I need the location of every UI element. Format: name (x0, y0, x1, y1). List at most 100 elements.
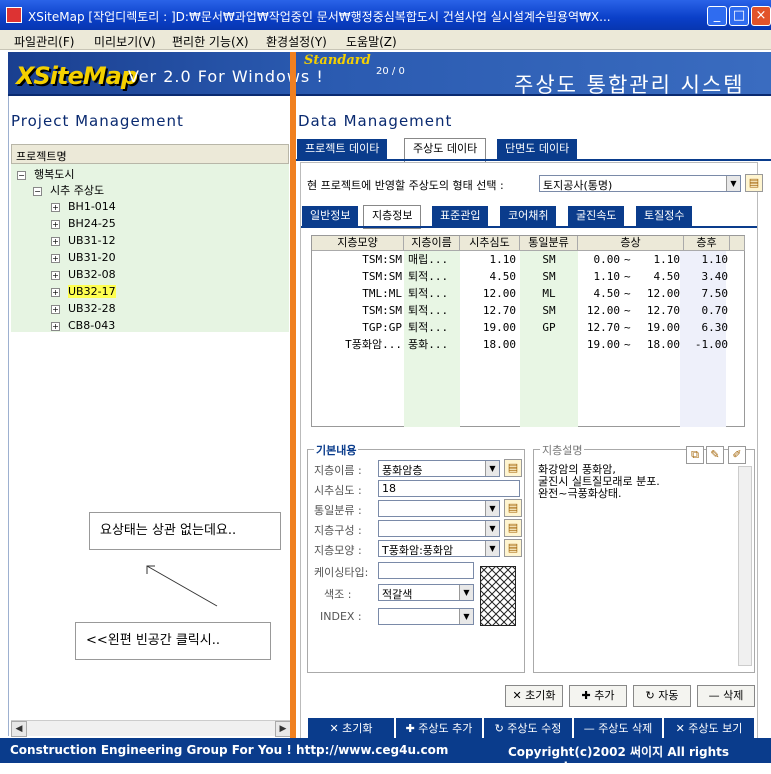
copy-icon[interactable]: ⧉ (686, 446, 704, 464)
borelog-edit-button[interactable]: ↻ 주상도 수정 (483, 717, 573, 739)
shape-select[interactable]: T풍화암:풍화암 ▼ (378, 540, 500, 557)
table-cell: 풍화... (408, 338, 449, 351)
collapse-icon[interactable]: − (17, 170, 26, 180)
table-cell: ~ (624, 338, 631, 351)
table-cell: 0.70 (701, 304, 729, 317)
tree-item[interactable]: + UB31-12 (51, 234, 116, 247)
table-cell: 12.70 (586, 321, 620, 334)
table-row[interactable]: TSM:SM 퇴적... 12.70 SM 12.00 ~12.70 0.70 (312, 303, 730, 319)
table-cell: 12.00 (646, 287, 680, 300)
subtab-spt[interactable]: 표준관입 (431, 205, 490, 227)
column-header[interactable]: 통일분류 (520, 236, 578, 251)
select-label: 현 프로젝트에 반영할 주상도의 형태 선택 : (307, 179, 504, 192)
table-cell: 4.50 (489, 270, 517, 283)
borelog-delete-button[interactable]: — 주상도 삭제 (573, 717, 663, 739)
borelog-view-button[interactable]: ✕ 주상도 보기 (663, 717, 755, 739)
table-row[interactable]: TSM:SM 퇴적... 4.50 SM 1.10 ~4.50 3.40 (312, 269, 730, 285)
table-row[interactable]: TSM:SM 매립... 1.10 SM 0.00 ~1.10 1.10 (312, 252, 730, 268)
table-row[interactable]: TML:ML 퇴적... 12.00 ML 4.50 ~12.00 7.50 (312, 286, 730, 302)
tree-item[interactable]: + UB32-28 (51, 302, 116, 315)
format-select[interactable]: 토지공사(통명) ▼ (539, 175, 741, 192)
scroll-right-icon[interactable]: ▶ (275, 721, 291, 737)
menu-settings[interactable]: 환경설정(Y) (266, 33, 327, 50)
tab-project-data[interactable]: 프로젝트 데이타 (296, 138, 389, 160)
color-select[interactable]: 적갈색 ▼ (378, 584, 474, 601)
status-bar: Construction Engineering Group For You !… (0, 738, 771, 774)
column-header[interactable]: 지층이름 (404, 236, 460, 251)
table-cell: 7.50 (701, 287, 729, 300)
tree-header: 프로젝트명 (11, 144, 289, 164)
project-tree[interactable]: − 행복도시 − 시추 주상도 + BH1-014 + BH24-25 + UB31-12… (11, 164, 289, 332)
description-textarea[interactable]: 화강암의 풍화암, 굴진시 실트질모래로 분포. 완전~극풍화상태. (538, 464, 736, 664)
close-button[interactable]: × (751, 6, 771, 26)
vertical-scrollbar[interactable] (738, 466, 752, 666)
expand-icon: + (51, 304, 60, 314)
project-management-title: Project Management (11, 112, 184, 130)
delete-button[interactable]: — 삭제 (697, 685, 755, 707)
subtab-core[interactable]: 코어채취 (499, 205, 558, 227)
basic-info-title: 기본내용 (314, 442, 359, 458)
column-header[interactable]: 층상 (578, 236, 684, 251)
field-label: 시추심도 : (314, 484, 362, 497)
folder-open-icon[interactable]: ▤ (504, 539, 522, 557)
table-cell: 6.30 (701, 321, 729, 334)
tree-item[interactable]: + UB31-20 (51, 251, 116, 264)
tree-item[interactable]: + CB8-043 (51, 319, 115, 332)
chevron-down-icon: ▼ (459, 585, 473, 600)
depth-input[interactable]: 18 (378, 480, 520, 497)
menu-preview[interactable]: 미리보기(V) (94, 33, 156, 50)
tree-child[interactable]: − 시추 주상도 (33, 182, 104, 198)
expand-icon: + (51, 219, 60, 229)
subtab-general[interactable]: 일반정보 (301, 205, 360, 227)
subtab-soil-params[interactable]: 토질정수 (635, 205, 694, 227)
table-row[interactable]: TGP:GP 퇴적... 19.00 GP 12.70 ~19.00 6.30 (312, 320, 730, 336)
uscs-select[interactable]: ▼ (378, 500, 500, 517)
stratum-name-select[interactable]: 풍화암층 ▼ (378, 460, 500, 477)
borelog-reset-button[interactable]: ✕ 초기화 (307, 717, 395, 739)
column-header[interactable]: 층후 (684, 236, 730, 251)
table-row[interactable]: T풍화암... 풍화... 18.00 19.00 ~18.00 -1.00 (312, 337, 730, 353)
folder-open-icon[interactable]: ▤ (504, 499, 522, 517)
add-button[interactable]: ✚ 추가 (569, 685, 627, 707)
subtab-drill-rate[interactable]: 굴진속도 (567, 205, 626, 227)
reset-button[interactable]: ✕ 초기화 (505, 685, 563, 707)
index-select[interactable]: ▼ (378, 608, 474, 625)
folder-open-icon[interactable]: ▤ (745, 174, 763, 192)
window-title: XSiteMap [작업디렉토리 : ]D:₩문서₩과업₩작업중인 문서₩행정중… (28, 10, 611, 24)
edit-icon[interactable]: ✎ (706, 446, 724, 464)
folder-open-icon[interactable]: ▤ (504, 519, 522, 537)
tree-item[interactable]: + BH1-014 (51, 200, 116, 213)
menu-bar: 파일관리(F) 미리보기(V) 편리한 기능(X) 환경설정(Y) 도움말(Z) (0, 30, 771, 50)
maximize-button[interactable]: □ (729, 6, 749, 26)
collapse-icon[interactable]: − (33, 186, 42, 196)
column-header[interactable]: 지층모양 (312, 236, 404, 251)
tree-item[interactable]: + UB32-08 (51, 268, 116, 281)
folder-open-icon[interactable]: ▤ (504, 459, 522, 477)
tab-section-data[interactable]: 단면도 데이타 (496, 138, 579, 160)
tree-item[interactable]: + BH24-25 (51, 217, 116, 230)
table-cell (520, 337, 578, 353)
scroll-left-icon[interactable]: ◀ (11, 721, 27, 737)
field-label: INDEX : (320, 610, 362, 623)
counter-text: 20 / 0 (376, 66, 405, 77)
tree-item-selected[interactable]: + UB32-17 (51, 285, 116, 298)
auto-button[interactable]: ↻ 자동 (633, 685, 691, 707)
casing-input[interactable] (378, 562, 474, 579)
menu-help[interactable]: 도움말(Z) (346, 33, 397, 50)
composition-select[interactable]: ▼ (378, 520, 500, 537)
strata-grid[interactable]: 지층모양 지층이름 시추심도 통일분류 층상 층후 TSM:SM 매립... 1.1… (311, 235, 745, 427)
data-panel: Data Management 프로젝트 데이타 주상도 데이타 단면도 데이타… (296, 96, 771, 742)
app-icon[interactable] (6, 7, 22, 23)
description-title: 지층설명 (540, 442, 585, 458)
borelog-add-button[interactable]: ✚ 주상도 추가 (395, 717, 483, 739)
minimize-button[interactable]: _ (707, 6, 727, 26)
expand-icon: + (51, 270, 60, 280)
clear-icon[interactable]: ✐ (728, 446, 746, 464)
column-header[interactable]: 시추심도 (460, 236, 520, 251)
horizontal-scrollbar[interactable]: ◀ ▶ (11, 720, 291, 737)
menu-tools[interactable]: 편리한 기능(X) (172, 33, 249, 50)
tree-root[interactable]: − 행복도시 (17, 166, 74, 182)
basic-info-group: 기본내용 지층이름 : 풍화암층 ▼ ▤ 시추심도 : 18 통일분류 : ▼ ▤… (307, 442, 525, 673)
menu-file[interactable]: 파일관리(F) (14, 33, 74, 50)
table-cell: 퇴적... (408, 270, 449, 283)
